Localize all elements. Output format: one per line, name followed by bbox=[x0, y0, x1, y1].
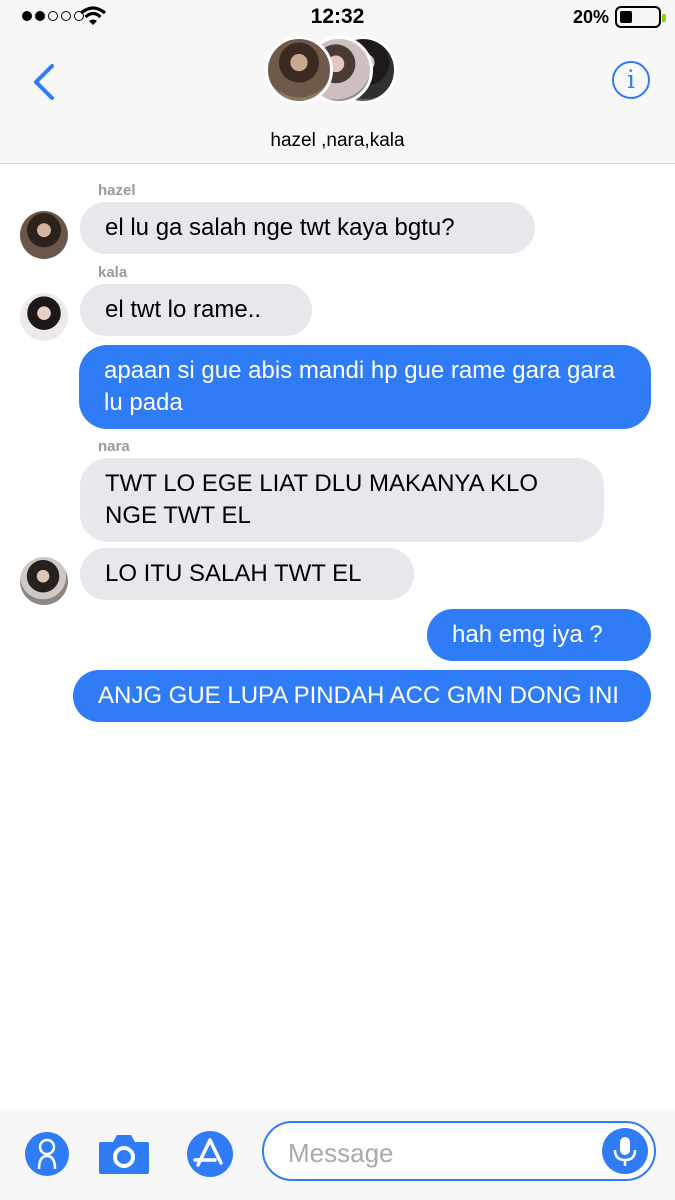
microphone-button[interactable] bbox=[602, 1128, 648, 1174]
message-input[interactable]: Message bbox=[262, 1121, 656, 1181]
sender-label: nara bbox=[98, 438, 130, 455]
group-title[interactable]: hazel ,nara,kala bbox=[0, 130, 675, 152]
message-bubble-outgoing[interactable]: ANJG GUE LUPA PINDAH ACC GMN DONG INI bbox=[73, 670, 651, 722]
avatar bbox=[265, 36, 333, 104]
battery-percentage: 20% bbox=[572, 7, 609, 27]
app-store-icon[interactable] bbox=[181, 1131, 239, 1177]
message-bubble-incoming[interactable]: el lu ga salah nge twt kaya bgtu? bbox=[80, 202, 535, 254]
camera-icon[interactable] bbox=[97, 1130, 151, 1176]
microphone-icon bbox=[613, 1137, 637, 1166]
message-bubble-incoming[interactable]: TWT LO EGE LIAT DLU MAKANYA KLO NGE TWT … bbox=[80, 458, 604, 542]
contact-icon[interactable] bbox=[24, 1131, 70, 1177]
composer-bar: Message bbox=[0, 1110, 675, 1200]
message-bubble-incoming[interactable]: LO ITU SALAH TWT EL bbox=[80, 548, 414, 600]
conversation-header: hazel ,nara,kala i bbox=[0, 34, 675, 164]
status-bar: 12:32 20% bbox=[0, 0, 675, 34]
sender-label: hazel bbox=[98, 182, 136, 199]
message-bubble-incoming[interactable]: el twt lo rame.. bbox=[80, 284, 312, 336]
back-button[interactable] bbox=[26, 56, 66, 106]
group-avatars[interactable] bbox=[265, 36, 405, 108]
sender-label: kala bbox=[98, 264, 128, 281]
avatar[interactable] bbox=[20, 293, 68, 341]
message-placeholder: Message bbox=[288, 1138, 394, 1168]
battery-icon bbox=[615, 6, 666, 28]
avatar[interactable] bbox=[20, 211, 68, 259]
avatar[interactable] bbox=[20, 557, 68, 605]
message-bubble-outgoing[interactable]: hah emg iya ? bbox=[427, 609, 651, 661]
message-bubble-outgoing[interactable]: apaan si gue abis mandi hp gue rame gara… bbox=[79, 345, 651, 429]
info-button[interactable]: i bbox=[612, 61, 650, 99]
chevron-left-icon bbox=[34, 64, 54, 100]
